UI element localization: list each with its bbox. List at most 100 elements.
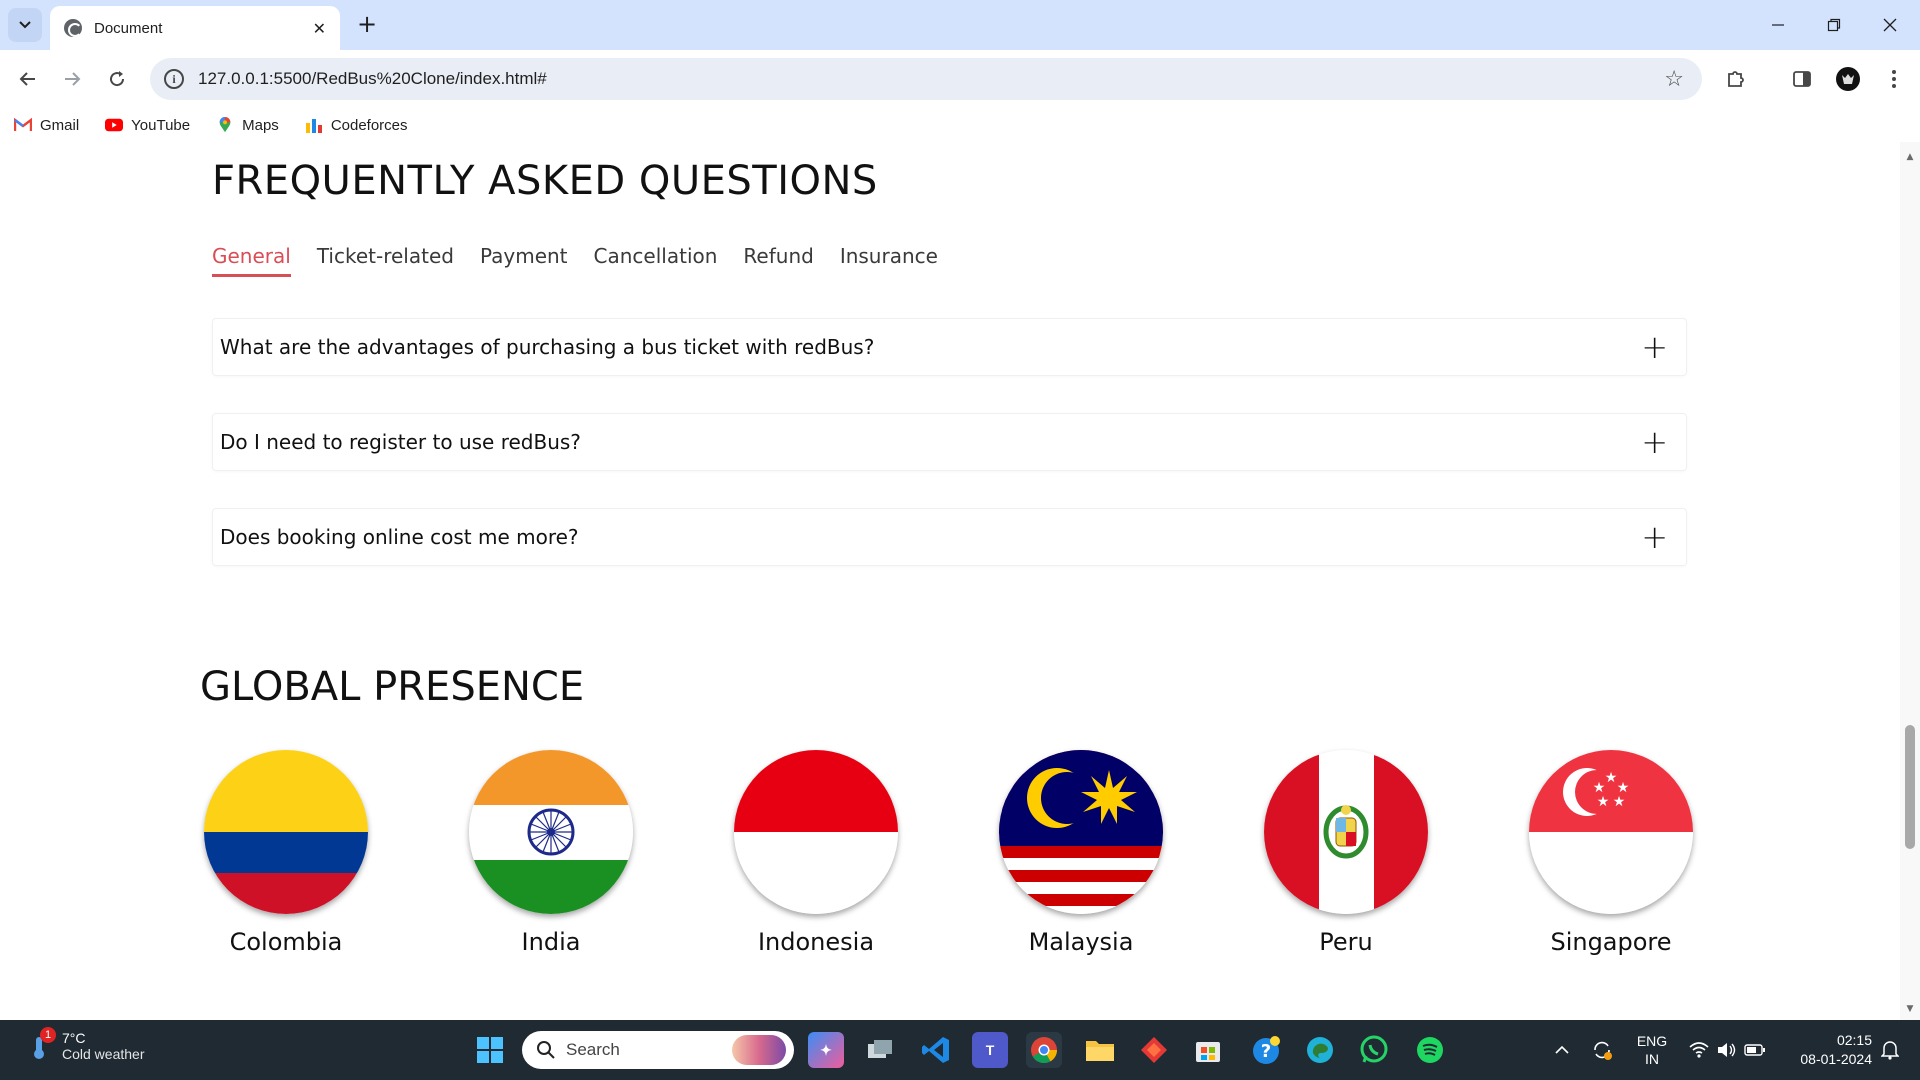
url-text: 127.0.0.1:5500/RedBus%20Clone/index.html… xyxy=(198,69,547,88)
chrome-icon xyxy=(1031,1037,1058,1064)
scroll-down-arrow-icon[interactable]: ▼ xyxy=(1905,1004,1915,1014)
bookmark-label: YouTube xyxy=(131,116,191,134)
reload-icon xyxy=(110,71,125,87)
faq-item[interactable]: Does booking online cost me more? + xyxy=(212,508,1687,566)
copilot-icon: ✦ xyxy=(820,1041,832,1058)
expand-plus-icon[interactable]: + xyxy=(1641,426,1668,458)
site-info-icon[interactable]: i xyxy=(164,69,184,89)
chevron-down-icon xyxy=(19,21,31,29)
help-icon: ? xyxy=(1253,1036,1280,1064)
minimize-button[interactable] xyxy=(1750,0,1806,50)
taskbar-vscode[interactable] xyxy=(918,1032,954,1068)
quick-settings[interactable] xyxy=(1686,1020,1768,1080)
country-name: Peru xyxy=(1319,928,1373,956)
tab-close-icon[interactable]: ✕ xyxy=(313,19,326,38)
taskbar-store[interactable] xyxy=(1190,1032,1226,1068)
tray-sync[interactable] xyxy=(1588,1020,1616,1080)
new-tab-button[interactable]: + xyxy=(352,10,382,40)
taskbar-spotify[interactable] xyxy=(1412,1032,1448,1068)
country-card-singapore[interactable]: ★ ★ ★ ★ ★ Singapore xyxy=(1511,750,1711,956)
language-indicator[interactable]: ENG IN xyxy=(1630,1020,1674,1080)
clock[interactable]: 02:15 08-01-2024 xyxy=(1776,1020,1872,1080)
browser-tabstrip: Document ✕ + xyxy=(0,0,1920,50)
taskbar-task-view[interactable] xyxy=(862,1032,898,1068)
spotify-icon xyxy=(1417,1037,1443,1063)
gmail-icon xyxy=(14,117,32,131)
diamond-app-icon xyxy=(1141,1037,1167,1063)
faq-item[interactable]: Do I need to register to use redBus? + xyxy=(212,413,1687,471)
taskbar-search[interactable]: Search xyxy=(522,1031,794,1069)
india-flag-icon xyxy=(469,750,633,914)
country-card-malaysia[interactable]: Malaysia xyxy=(981,750,1181,956)
bookmark-label: Gmail xyxy=(40,116,80,134)
expand-plus-icon[interactable]: + xyxy=(1641,331,1668,363)
youtube-icon xyxy=(105,118,124,132)
bookmark-gmail[interactable]: Gmail xyxy=(14,117,79,134)
faq-tab-ticket-related[interactable]: Ticket-related xyxy=(317,244,454,277)
taskbar-help[interactable]: ? xyxy=(1248,1032,1284,1068)
country-card-colombia[interactable]: Colombia xyxy=(186,750,386,956)
country-name: Malaysia xyxy=(1028,928,1134,956)
taskbar-app-red[interactable] xyxy=(1136,1032,1172,1068)
taskbar-copilot-app[interactable]: ✦ xyxy=(808,1032,844,1068)
country-card-indonesia[interactable]: Indonesia xyxy=(716,750,916,956)
taskbar-teams[interactable]: T xyxy=(972,1032,1008,1068)
bookmark-youtube[interactable]: YouTube xyxy=(105,117,190,134)
singapore-flag-icon: ★ ★ ★ ★ ★ xyxy=(1529,750,1693,914)
faq-item[interactable]: What are the advantages of purchasing a … xyxy=(212,318,1687,376)
bell-icon xyxy=(1881,1041,1899,1060)
sync-icon xyxy=(1594,1041,1612,1060)
weather-description: Cold weather xyxy=(62,1046,145,1062)
avatar-icon xyxy=(1836,67,1860,91)
side-panel-button[interactable] xyxy=(1786,63,1818,95)
folder-icon xyxy=(1086,1041,1114,1061)
faq-tab-payment[interactable]: Payment xyxy=(480,244,568,277)
browser-menu-button[interactable] xyxy=(1878,63,1910,95)
country-card-peru[interactable]: Peru xyxy=(1246,750,1446,956)
peru-flag-icon xyxy=(1264,750,1428,914)
taskbar-file-explorer[interactable] xyxy=(1082,1032,1118,1068)
weather-widget[interactable]: 1 7°C Cold weather xyxy=(24,1027,145,1062)
maps-icon xyxy=(219,117,231,133)
minimize-icon xyxy=(1772,24,1784,26)
bookmark-star-icon[interactable]: ☆ xyxy=(1664,67,1684,92)
country-card-india[interactable]: India xyxy=(451,750,651,956)
faq-question: What are the advantages of purchasing a … xyxy=(220,335,875,359)
restore-button[interactable] xyxy=(1806,0,1862,50)
faq-tab-refund[interactable]: Refund xyxy=(743,244,813,277)
faq-question: Does booking online cost me more? xyxy=(220,525,579,549)
scroll-up-arrow-icon[interactable]: ▲ xyxy=(1905,152,1915,162)
page-scrollbar[interactable]: ▲ ▼ xyxy=(1900,142,1920,1020)
clock-date: 08-01-2024 xyxy=(1800,1051,1872,1067)
notification-center[interactable] xyxy=(1876,1020,1904,1080)
faq-tab-general[interactable]: General xyxy=(212,244,291,277)
windows-taskbar: 1 7°C Cold weather Search ✦ T ? ENG IN 0… xyxy=(0,1020,1920,1080)
show-hidden-icons[interactable] xyxy=(1552,1020,1572,1080)
faq-tab-cancellation[interactable]: Cancellation xyxy=(594,244,718,277)
profile-avatar[interactable] xyxy=(1832,63,1864,95)
address-bar[interactable]: i 127.0.0.1:5500/RedBus%20Clone/index.ht… xyxy=(150,58,1702,100)
search-icon xyxy=(537,1041,555,1059)
extensions-button[interactable] xyxy=(1720,63,1752,95)
chevron-up-icon xyxy=(1555,1045,1569,1054)
bookmark-codeforces[interactable]: Codeforces xyxy=(305,117,408,134)
browser-tab-active[interactable]: Document ✕ xyxy=(50,6,340,50)
faq-tab-insurance[interactable]: Insurance xyxy=(840,244,938,277)
search-label: Search xyxy=(566,1040,620,1059)
forward-button[interactable] xyxy=(54,61,90,97)
taskbar-edge[interactable] xyxy=(1302,1032,1338,1068)
bookmark-maps[interactable]: Maps xyxy=(216,117,279,134)
taskbar-chrome[interactable] xyxy=(1026,1032,1062,1068)
start-button[interactable] xyxy=(472,1032,508,1068)
faq-title: FREQUENTLY ASKED QUESTIONS xyxy=(212,158,878,204)
scrollbar-thumb[interactable] xyxy=(1905,725,1915,849)
country-name: India xyxy=(521,928,581,956)
close-window-button[interactable] xyxy=(1862,0,1918,50)
reload-button[interactable] xyxy=(99,61,135,97)
svg-text:★: ★ xyxy=(1597,794,1610,810)
expand-plus-icon[interactable]: + xyxy=(1641,521,1668,553)
back-button[interactable] xyxy=(10,61,46,97)
wifi-icon xyxy=(1689,1042,1709,1058)
tab-search-button[interactable] xyxy=(8,8,42,42)
taskbar-whatsapp[interactable] xyxy=(1356,1032,1392,1068)
